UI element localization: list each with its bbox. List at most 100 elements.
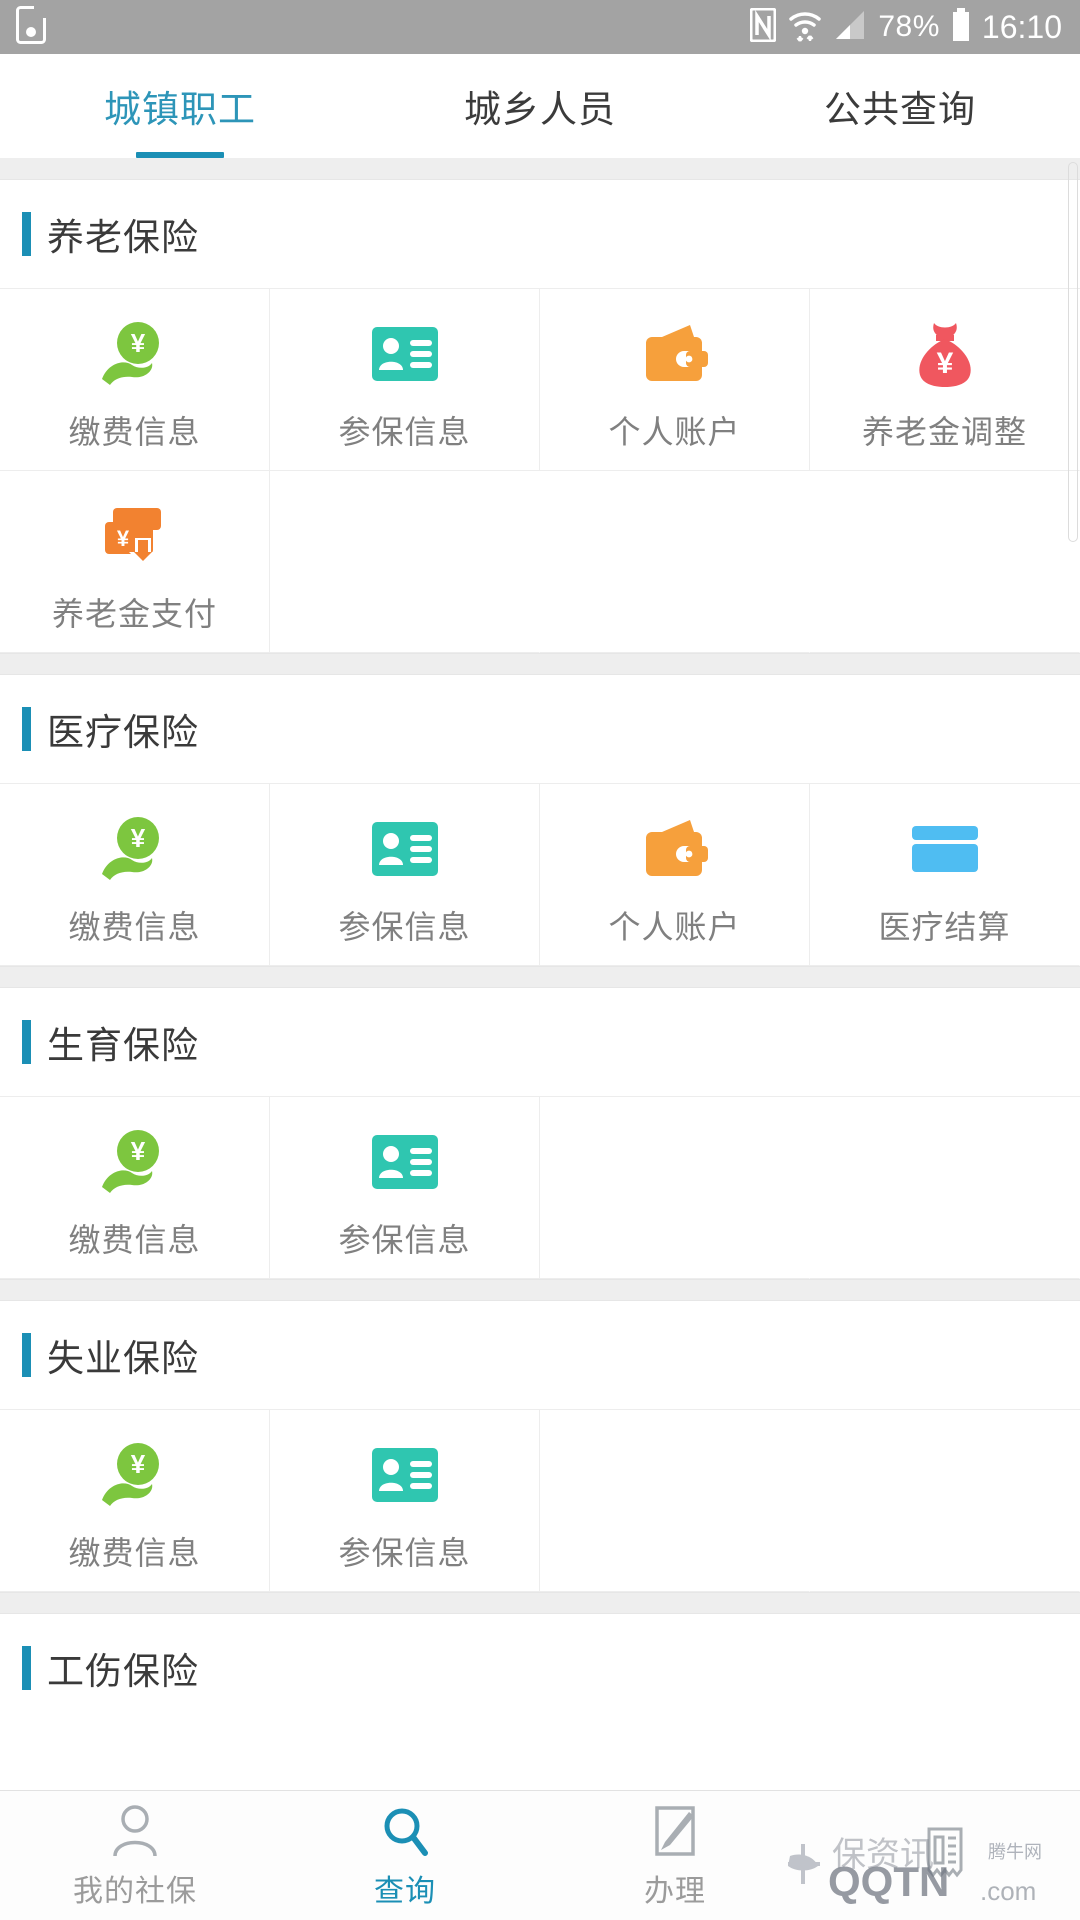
hand-yen-icon: ¥ [98, 1438, 172, 1512]
section-header-unemployment: 失业保险 [0, 1301, 1080, 1409]
section-separator [0, 1279, 1080, 1301]
grid-item-label: 参保信息 [338, 1535, 471, 1571]
section-accent-bar [22, 1020, 31, 1064]
hand-yen-icon: ¥ [98, 1125, 172, 1199]
section-grid-unemployment: ¥ 缴费信息 参保信息 [0, 1409, 1080, 1592]
section-separator [0, 158, 1080, 180]
grid-item-label: 个人账户 [608, 909, 741, 945]
section-accent-bar [22, 1333, 31, 1377]
grid-item-label: 参保信息 [338, 414, 471, 450]
section-title: 医疗保险 [47, 712, 199, 753]
grid-item-label: 缴费信息 [68, 1535, 201, 1571]
section-grid-medical: ¥ 缴费信息 参保信息 个人账户 医疗结算 [0, 783, 1080, 966]
grid-item-label: 缴费信息 [68, 909, 201, 945]
section-title: 养老保险 [47, 217, 199, 258]
svg-text:¥: ¥ [130, 1449, 145, 1479]
grid-item-pension-payout[interactable]: ¥ 养老金支付 [0, 471, 270, 653]
svg-text:¥: ¥ [116, 526, 129, 551]
svg-text:¥: ¥ [130, 328, 145, 358]
nav-item-my-social-security[interactable]: 我的社保 [0, 1802, 270, 1910]
section-header-work-injury: 工伤保险 [0, 1614, 1080, 1722]
section-separator [0, 653, 1080, 675]
grid-item-personal-account[interactable]: 个人账户 [540, 289, 810, 471]
bottom-nav-bar: 我的社保 查询 办理 保资讯 腾牛网 QQTN .com [0, 1790, 1080, 1920]
grid-item-payment-info[interactable]: ¥ 缴费信息 [0, 1410, 270, 1592]
grid-item-payment-info[interactable]: ¥ 缴费信息 [0, 289, 270, 471]
wallet-icon [638, 317, 712, 391]
nav-item-handle[interactable]: 办理 [540, 1802, 810, 1910]
app-screen: 78% 16:10 城镇职工 城乡人员 公共查询 养老保险 ¥ 缴费信息 参保信… [0, 0, 1080, 1920]
grid-item-insured-info[interactable]: 参保信息 [270, 1097, 540, 1279]
signal-bars-icon [834, 9, 866, 46]
nav-item-query[interactable]: 查询 [270, 1802, 540, 1910]
section-separator [0, 966, 1080, 988]
search-icon [379, 1802, 431, 1858]
status-bar: 78% 16:10 [0, 0, 1080, 54]
id-card-icon [368, 317, 442, 391]
grid-item-placeholder [540, 1410, 810, 1592]
section-grid-pension: ¥ 缴费信息 参保信息 个人账户 ¥ 养老金调整 ¥ 养老金支付 [0, 288, 1080, 653]
grid-item-medical-settlement[interactable]: 医疗结算 [810, 784, 1080, 966]
money-bag-icon: ¥ [908, 317, 982, 391]
section-accent-bar [22, 212, 31, 256]
screen-record-icon [16, 5, 48, 49]
status-bar-left [16, 5, 48, 49]
grid-item-label: 缴费信息 [68, 1222, 201, 1258]
grid-item-placeholder [540, 471, 810, 653]
grid-item-label: 养老金调整 [861, 414, 1027, 450]
grid-item-placeholder [810, 471, 1080, 653]
nav-item-records[interactable] [810, 1824, 1080, 1888]
grid-item-placeholder [270, 471, 540, 653]
grid-item-placeholder [810, 1410, 1080, 1592]
nav-item-label: 办理 [644, 1874, 706, 1908]
vertical-scrollbar[interactable] [1068, 162, 1078, 542]
svg-text:¥: ¥ [130, 823, 145, 853]
tab-label: 城乡人员 [464, 89, 616, 130]
nfc-icon [749, 7, 777, 47]
nav-item-label: 我的社保 [73, 1874, 197, 1908]
section-title: 生育保险 [47, 1025, 199, 1066]
id-card-icon [368, 812, 442, 886]
section-title: 失业保险 [47, 1338, 199, 1379]
hand-yen-icon: ¥ [98, 317, 172, 391]
battery-percent-label: 78% [878, 10, 940, 43]
grid-item-label: 缴费信息 [68, 414, 201, 450]
section-separator [0, 1592, 1080, 1614]
section-header-medical: 医疗保险 [0, 675, 1080, 783]
svg-text:¥: ¥ [936, 347, 953, 380]
tab-label: 城镇职工 [104, 89, 256, 130]
tab-urban-employee[interactable]: 城镇职工 [0, 54, 360, 158]
content-scroll-area[interactable]: 养老保险 ¥ 缴费信息 参保信息 个人账户 ¥ 养老金调整 ¥ 养老金支付 医疗… [0, 158, 1080, 1790]
grid-item-personal-account[interactable]: 个人账户 [540, 784, 810, 966]
receipt-icon [919, 1824, 971, 1880]
section-accent-bar [22, 707, 31, 751]
top-tab-bar: 城镇职工 城乡人员 公共查询 [0, 54, 1080, 158]
nav-item-label: 查询 [374, 1874, 436, 1908]
grid-item-insured-info[interactable]: 参保信息 [270, 1410, 540, 1592]
card-payout-icon: ¥ [98, 499, 172, 573]
hand-yen-icon: ¥ [98, 812, 172, 886]
status-bar-right: 78% 16:10 [749, 7, 1062, 47]
grid-item-label: 医疗结算 [878, 909, 1011, 945]
grid-item-label: 养老金支付 [51, 596, 217, 632]
grid-item-insured-info[interactable]: 参保信息 [270, 784, 540, 966]
pencil-note-icon [649, 1802, 701, 1858]
tab-label: 公共查询 [824, 89, 976, 130]
id-card-icon [368, 1125, 442, 1199]
grid-item-placeholder [540, 1097, 810, 1279]
grid-item-label: 个人账户 [608, 414, 741, 450]
section-title: 工伤保险 [47, 1651, 199, 1692]
grid-item-label: 参保信息 [338, 909, 471, 945]
id-card-icon [368, 1438, 442, 1512]
grid-item-insured-info[interactable]: 参保信息 [270, 289, 540, 471]
grid-item-pension-adjustment[interactable]: ¥ 养老金调整 [810, 289, 1080, 471]
grid-item-payment-info[interactable]: ¥ 缴费信息 [0, 784, 270, 966]
tab-urban-rural-resident[interactable]: 城乡人员 [360, 54, 720, 158]
grid-item-label: 参保信息 [338, 1222, 471, 1258]
grid-item-payment-info[interactable]: ¥ 缴费信息 [0, 1097, 270, 1279]
tab-public-query[interactable]: 公共查询 [720, 54, 1080, 158]
wifi-icon [788, 8, 822, 47]
battery-icon [952, 7, 970, 47]
grid-item-placeholder [810, 1097, 1080, 1279]
section-accent-bar [22, 1646, 31, 1690]
